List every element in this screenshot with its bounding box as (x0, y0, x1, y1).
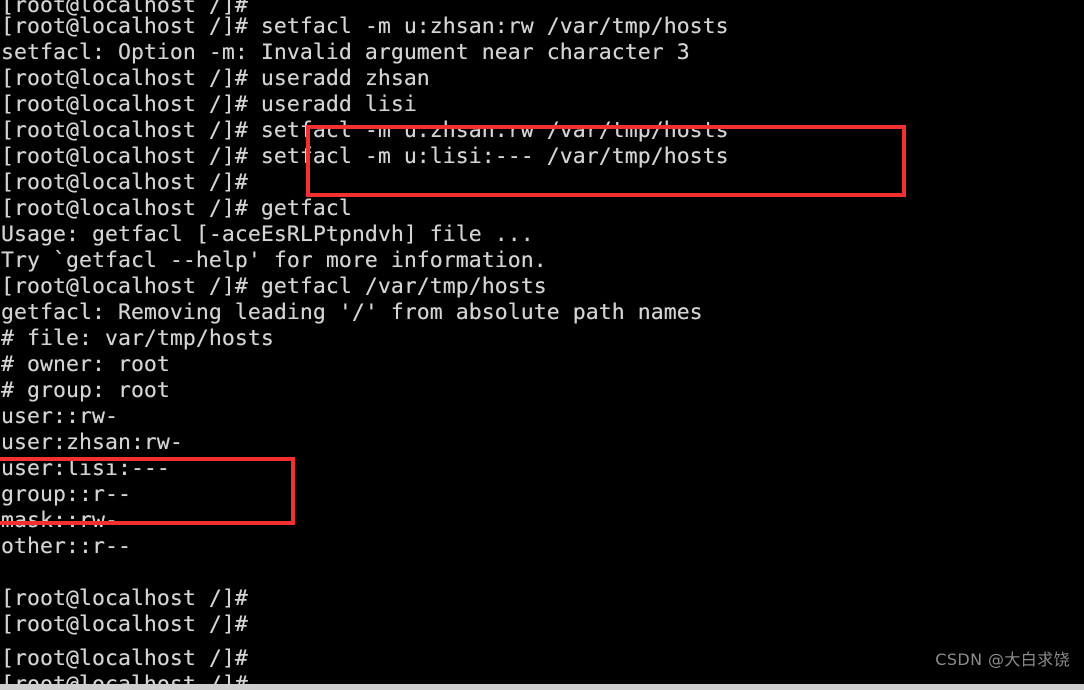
terminal-window[interactable]: [root@localhost /]# [root@localhost /]# … (0, 0, 1084, 684)
terminal-line-text: [root@localhost /]# useradd zhsan (1, 66, 430, 91)
terminal-line-text: # file: var/tmp/hosts (1, 326, 274, 351)
terminal-line-text: mask::rw- (1, 508, 118, 533)
terminal-line: [root@localhost /]# (0, 672, 1084, 684)
terminal-line-text: [root@localhost /]# (1, 646, 248, 671)
terminal-line-text: [root@localhost /]# setfacl -m u:zhsan:r… (1, 118, 729, 143)
terminal-line: mask::rw- (0, 508, 1084, 534)
terminal-line-text: [root@localhost /]# (1, 586, 248, 611)
terminal-line: [root@localhost /]# (0, 646, 1084, 672)
terminal-line: [root@localhost /]# getfacl /var/tmp/hos… (0, 274, 1084, 300)
terminal-line-text: [root@localhost /]# useradd lisi (1, 92, 417, 117)
terminal-line-text: [root@localhost /]# getfacl /var/tmp/hos… (1, 274, 547, 299)
terminal-line: user::rw- (0, 404, 1084, 430)
terminal-screenshot: [root@localhost /]# [root@localhost /]# … (0, 0, 1084, 690)
terminal-line: [root@localhost /]# setfacl -m u:zhsan:r… (0, 118, 1084, 144)
terminal-line: setfacl: Option -m: Invalid argument nea… (0, 40, 1084, 66)
terminal-line: other::r-- (0, 534, 1084, 560)
terminal-line: [root@localhost /]# (0, 612, 1084, 638)
terminal-line-text: user:zhsan:rw- (1, 430, 183, 455)
bottom-edge-strip (0, 684, 1084, 690)
terminal-line-text: [root@localhost /]# getfacl (1, 196, 352, 221)
watermark: CSDN @大白求饶 (935, 650, 1070, 669)
terminal-line: [root@localhost /]# setfacl -m u:zhsan:r… (0, 14, 1084, 40)
terminal-line: Try `getfacl --help' for more informatio… (0, 248, 1084, 274)
terminal-line: Usage: getfacl [-aceEsRLPtpndvh] file ..… (0, 222, 1084, 248)
terminal-line: [root@localhost /]# useradd zhsan (0, 66, 1084, 92)
terminal-line: getfacl: Removing leading '/' from absol… (0, 300, 1084, 326)
terminal-line-text: group::r-- (1, 482, 131, 507)
terminal-line: [root@localhost /]# setfacl -m u:lisi:--… (0, 144, 1084, 170)
terminal-line-text: Usage: getfacl [-aceEsRLPtpndvh] file ..… (1, 222, 534, 247)
terminal-line: [root@localhost /]# (0, 586, 1084, 612)
terminal-line-text: setfacl: Option -m: Invalid argument nea… (1, 40, 690, 65)
terminal-line-text: user:lisi:--- (1, 456, 170, 481)
terminal-line-text: [root@localhost /]# (0, 672, 1084, 684)
terminal-line-text: user::rw- (1, 404, 118, 429)
terminal-line-text: [root@localhost /]# setfacl -m u:lisi:--… (1, 144, 729, 169)
terminal-line-text: [root@localhost /]# (1, 170, 248, 195)
terminal-line: [root@localhost /]# getfacl (0, 196, 1084, 222)
terminal-line: # group: root (0, 378, 1084, 404)
terminal-line-text: # owner: root (1, 352, 170, 377)
terminal-line: [root@localhost /]# (0, 170, 1084, 196)
terminal-line: user:zhsan:rw- (0, 430, 1084, 456)
terminal-line: # file: var/tmp/hosts (0, 326, 1084, 352)
terminal-line: # owner: root (0, 352, 1084, 378)
terminal-line: user:lisi:--- (0, 456, 1084, 482)
terminal-line-text: # group: root (1, 378, 170, 403)
terminal-line-text: getfacl: Removing leading '/' from absol… (1, 300, 703, 325)
terminal-line-text: [root@localhost /]# (1, 612, 248, 637)
terminal-line-text: Try `getfacl --help' for more informatio… (1, 248, 547, 273)
terminal-line: group::r-- (0, 482, 1084, 508)
terminal-line-text: other::r-- (1, 534, 131, 559)
terminal-line-text: [root@localhost /]# setfacl -m u:zhsan:r… (1, 14, 729, 39)
terminal-line: [root@localhost /]# useradd lisi (0, 92, 1084, 118)
